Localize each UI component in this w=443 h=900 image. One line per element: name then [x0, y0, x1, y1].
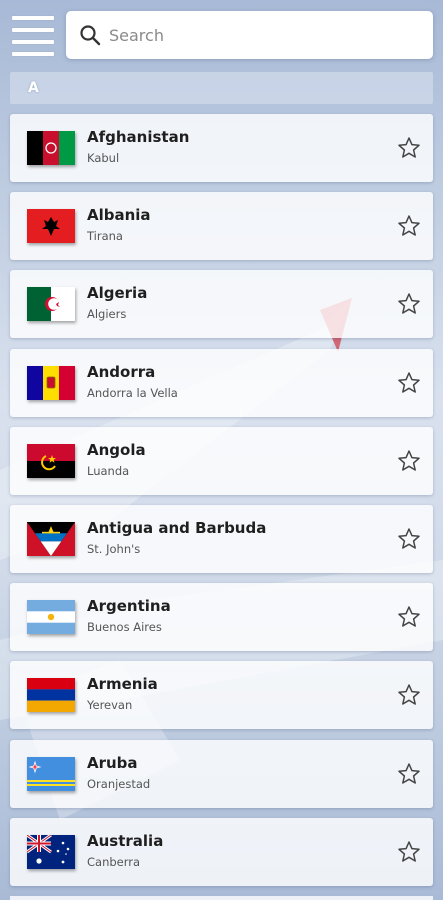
- section-header-letter: A: [10, 72, 433, 104]
- star-outline-icon[interactable]: [397, 683, 421, 707]
- country-item-algeria[interactable]: Algeria Algiers: [10, 270, 433, 339]
- algeria-flag: [27, 287, 75, 322]
- country-name: Andorra: [87, 362, 156, 381]
- country-item-afghanistan[interactable]: Afghanistan Kabul: [10, 114, 433, 182]
- country-name: Armenia: [87, 675, 158, 694]
- country-name: Argentina: [87, 597, 171, 616]
- star-outline-icon[interactable]: [397, 605, 421, 629]
- angola-flag: [27, 443, 75, 478]
- star-outline-icon[interactable]: [397, 840, 421, 864]
- country-item-antigua-and-barbuda[interactable]: Antigua and Barbuda St. John's: [10, 504, 433, 573]
- country-item-argentina[interactable]: Argentina Buenos Aires: [10, 583, 433, 652]
- search-input[interactable]: [109, 20, 409, 50]
- country-item-andorra[interactable]: Andorra Andorra la Vella: [10, 348, 433, 417]
- capital-name: Kabul: [87, 151, 120, 165]
- country-name: Algeria: [87, 284, 148, 303]
- capital-name: Luanda: [87, 463, 130, 478]
- capital-name: Andorra la Vella: [87, 385, 178, 400]
- country-list: Afghanistan Kabul Albania Tirana Algeria…: [10, 114, 433, 896]
- search-bar[interactable]: [66, 11, 433, 59]
- next-card-edge: [10, 896, 433, 900]
- country-item-australia[interactable]: Australia Canberra: [10, 817, 433, 886]
- argentina-flag: [27, 600, 75, 635]
- star-outline-icon[interactable]: [397, 292, 421, 316]
- top-bar: [0, 0, 443, 70]
- capital-name: Canberra: [87, 854, 141, 869]
- star-outline-icon[interactable]: [397, 449, 421, 473]
- country-name: Afghanistan: [87, 128, 190, 146]
- country-name: Angola: [87, 440, 146, 459]
- armenia-flag: [27, 678, 75, 713]
- hamburger-menu-icon[interactable]: [10, 14, 56, 58]
- antigua-and-barbuda-flag: [27, 521, 75, 556]
- capital-name: St. John's: [87, 541, 141, 556]
- capital-name: Algiers: [87, 307, 127, 322]
- star-outline-icon[interactable]: [397, 371, 421, 395]
- capital-name: Tirana: [87, 229, 123, 244]
- country-item-albania[interactable]: Albania Tirana: [10, 192, 433, 261]
- country-name: Albania: [87, 206, 151, 225]
- country-item-armenia[interactable]: Armenia Yerevan: [10, 661, 433, 730]
- country-item-aruba[interactable]: Aruba Oranjestad: [10, 739, 433, 808]
- afghanistan-flag: [27, 131, 75, 165]
- country-name: Antigua and Barbuda: [87, 518, 267, 537]
- star-outline-icon[interactable]: [397, 136, 421, 160]
- star-outline-icon[interactable]: [397, 527, 421, 551]
- star-outline-icon[interactable]: [397, 214, 421, 238]
- country-item-angola[interactable]: Angola Luanda: [10, 426, 433, 495]
- albania-flag: [27, 209, 75, 244]
- country-name: Aruba: [87, 753, 138, 772]
- capital-name: Yerevan: [87, 698, 133, 713]
- capital-name: Buenos Aires: [87, 620, 162, 635]
- capital-name: Oranjestad: [87, 776, 151, 791]
- country-name: Australia: [87, 831, 164, 850]
- star-outline-icon[interactable]: [397, 762, 421, 786]
- search-icon: [79, 24, 101, 46]
- australia-flag: [27, 834, 75, 869]
- andorra-flag: [27, 365, 75, 400]
- aruba-flag: [27, 756, 75, 791]
